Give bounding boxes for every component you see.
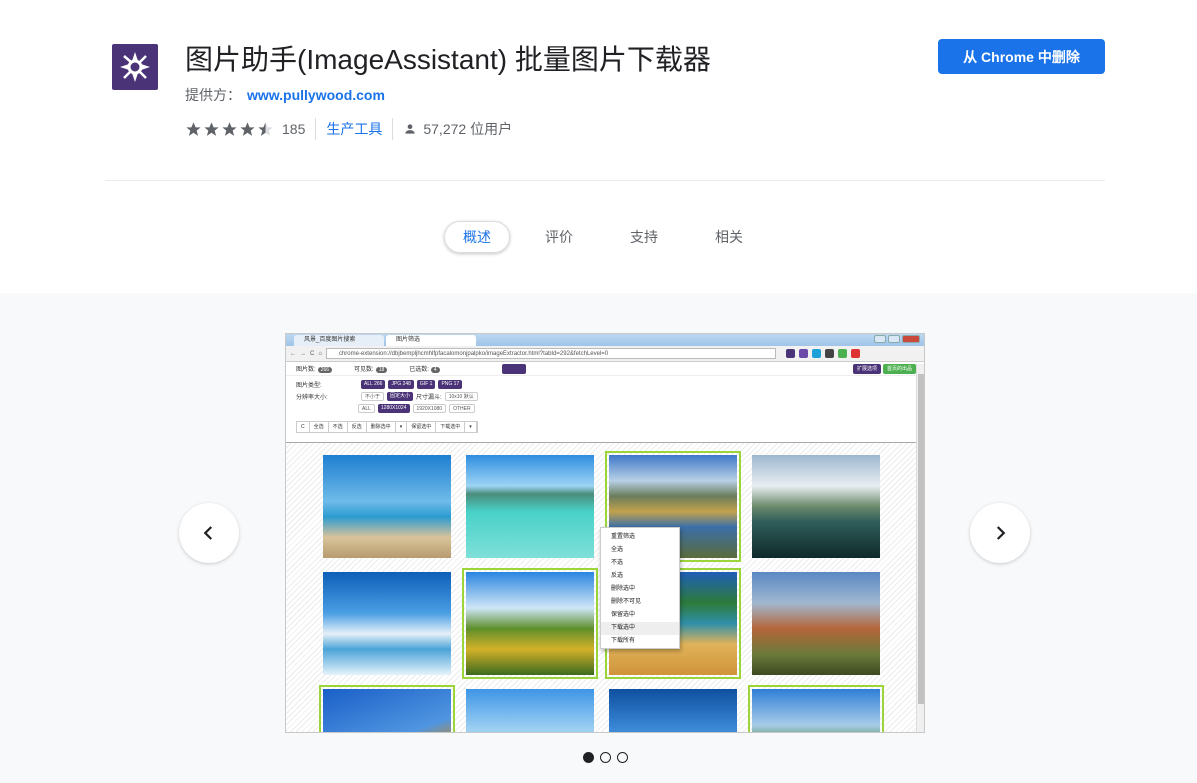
carousel-prev-button[interactable] — [179, 503, 239, 563]
thumbnail — [323, 455, 451, 558]
chevron-left-icon — [203, 526, 213, 540]
carousel-dot[interactable] — [617, 752, 628, 763]
star-full-icon — [204, 121, 219, 136]
tab-overview[interactable]: 概述 — [444, 221, 510, 253]
home-icon: ⌂ — [318, 350, 322, 357]
browser-tab: 风景_百度图片搜索 — [294, 335, 384, 346]
tab-related[interactable]: 相关 — [694, 221, 764, 253]
thumbnail — [609, 689, 737, 732]
star-full-icon — [186, 121, 201, 136]
thumbnail — [752, 455, 880, 558]
extension-meta: 185 生产工具 57,272 位用户 — [185, 117, 512, 141]
browser-tab: 图片筛选 — [386, 335, 476, 346]
chevron-right-icon — [996, 526, 1006, 540]
scrollbar — [916, 364, 924, 732]
rating-count[interactable]: 185 — [282, 121, 305, 137]
category-link[interactable]: 生产工具 — [326, 119, 382, 139]
thumbnail — [752, 572, 880, 675]
filter-options: 图片类型: ALL 266 JPG 248 GIF 1 PNG 17 分辨率大小… — [286, 376, 924, 434]
detail-tabs: 概述 评价 支持 相关 — [444, 221, 764, 253]
users-label: 57,272 位用户 — [423, 121, 513, 137]
thumbnail-selected — [462, 568, 598, 679]
back-icon: ← — [290, 350, 296, 357]
provider-line: 提供方： www.pullywood.com — [185, 85, 385, 105]
reload-icon: C — [310, 350, 315, 357]
counts-bar: 图片数: 266 可见数: 18 已选数: 4 扩展选项 首页的出品 — [286, 362, 924, 376]
star-full-icon — [240, 121, 255, 136]
provider-label: 提供方： — [185, 87, 241, 103]
users-count: 57,272 位用户 — [403, 119, 512, 139]
forward-icon: → — [300, 350, 306, 357]
extension-title: 图片助手(ImageAssistant) 批量图片下载器 — [185, 44, 711, 75]
browser-address-bar: ← → C ⌂ chrome-extension://dbjbempljhcmh… — [286, 346, 924, 362]
screenshot-carousel: 风景_百度图片搜索 图片筛选 ← → C ⌂ chrome-extension:… — [0, 293, 1197, 783]
provider-link[interactable]: www.pullywood.com — [247, 87, 385, 103]
browser-tabstrip: 风景_百度图片搜索 图片筛选 — [286, 334, 924, 346]
thumbnail — [323, 572, 451, 675]
star-half-icon — [258, 121, 273, 136]
carousel-dot[interactable] — [600, 752, 611, 763]
thumbnail — [466, 689, 594, 732]
star-full-icon — [222, 121, 237, 136]
tab-reviews[interactable]: 评价 — [524, 221, 594, 253]
thumbnail — [466, 455, 594, 558]
thumbnail-selected — [319, 685, 455, 732]
person-icon — [405, 124, 416, 134]
image-grid: 重置筛选 全选 不选 反选 删除选中 删除不可见 保留选中 下载选中 下载所有 — [286, 442, 916, 732]
context-menu: 重置筛选 全选 不选 反选 删除选中 删除不可见 保留选中 下载选中 下载所有 — [600, 527, 680, 649]
action-bar: C 全选 不选 反选 删除选中 ▾ 保留选中 下载选中 ▾ — [296, 421, 478, 433]
filter-toggle — [502, 364, 526, 374]
extension-logo-icon — [112, 44, 158, 90]
extension-header: 图片助手(ImageAssistant) 批量图片下载器 提供方： www.pul… — [0, 0, 1197, 293]
tab-support[interactable]: 支持 — [609, 221, 679, 253]
carousel-next-button[interactable] — [970, 503, 1030, 563]
thumbnail-selected — [748, 685, 884, 732]
carousel-slide-image: 风景_百度图片搜索 图片筛选 ← → C ⌂ chrome-extension:… — [285, 333, 925, 733]
meta-divider — [392, 118, 394, 140]
header-divider — [105, 180, 1105, 181]
carousel-dot[interactable] — [583, 752, 594, 763]
meta-divider — [315, 118, 317, 140]
url-text: chrome-extension://dbjbempljhcmhlfpfacal… — [325, 348, 776, 359]
remove-from-chrome-button[interactable]: 从 Chrome 中删除 — [938, 39, 1105, 74]
carousel-dots — [583, 752, 628, 763]
window-buttons — [874, 335, 920, 343]
extension-icons — [785, 349, 860, 358]
rating-stars[interactable] — [185, 121, 274, 138]
top-right-buttons: 扩展选项 首页的出品 — [852, 364, 916, 374]
